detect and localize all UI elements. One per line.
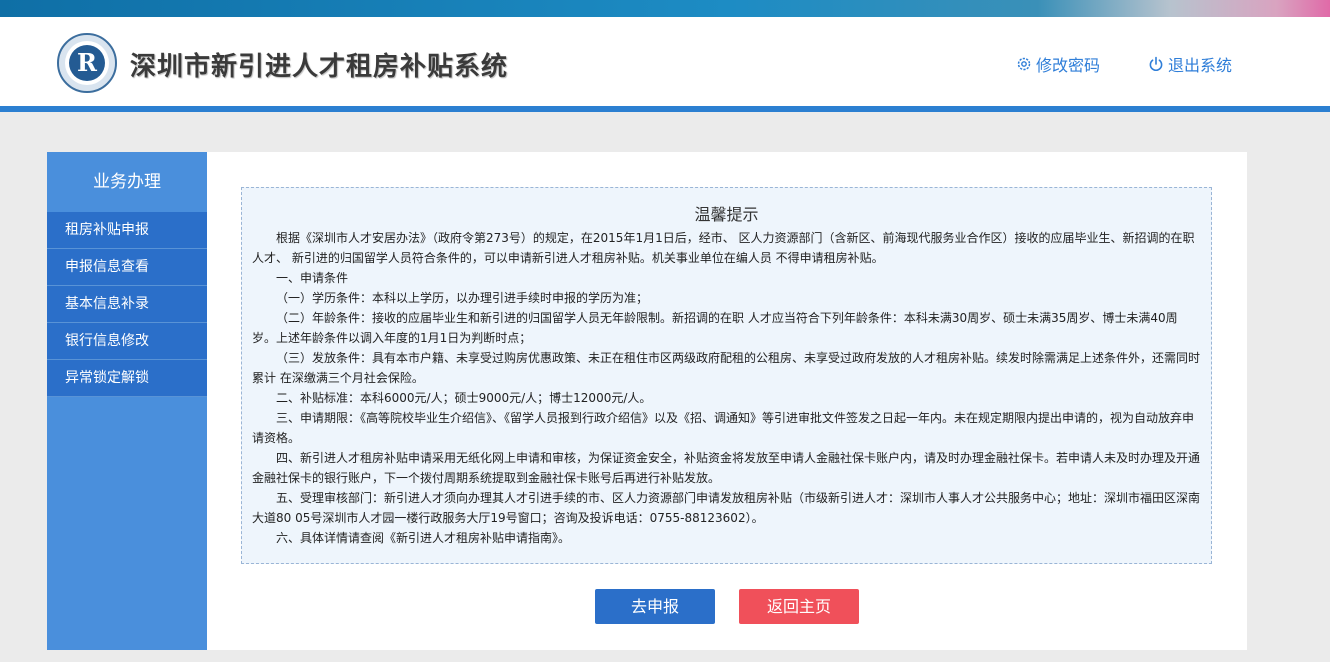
notice-paragraph: （一）学历条件：本科以上学历，以办理引进手续时申报的学历为准；	[276, 291, 649, 305]
site-logo: R	[57, 33, 117, 93]
sidebar-item-rent-subsidy-apply[interactable]: 租房补贴申报	[47, 212, 207, 249]
sidebar-item-application-view[interactable]: 申报信息查看	[47, 249, 207, 286]
logout-label: 退出系统	[1168, 56, 1233, 75]
change-password-link[interactable]: 修改密码	[1016, 53, 1100, 75]
gear-icon	[1017, 57, 1031, 71]
sidebar-item-unlock[interactable]: 异常锁定解锁	[47, 360, 207, 397]
notice-paragraph: 三、申请期限：《高等院校毕业生介绍信》、《留学人员报到行政介绍信》以及《招、调通…	[252, 411, 1195, 445]
logo-emblem: R	[69, 45, 105, 81]
sidebar-title: 业务办理	[93, 172, 161, 192]
sidebar-item-bank-info[interactable]: 银行信息修改	[47, 323, 207, 360]
notice-paragraph: （二）年龄条件：接收的应届毕业生和新引进的归国留学人员无年龄限制。新招调的在职 …	[252, 311, 1178, 345]
power-icon	[1149, 56, 1163, 71]
notice-title: 温馨提示	[694, 205, 759, 224]
apply-button[interactable]: 去申报	[595, 589, 715, 624]
sidebar: 业务办理 租房补贴申报 申报信息查看 基本信息补录 银行信息修改 异常锁定解锁	[47, 152, 207, 650]
notice-paragraph: 四、新引进人才租房补贴申请采用无纸化网上申请和审核，为保证资金安全，补贴资金将发…	[252, 451, 1201, 485]
notice-paragraph: 二、补贴标准：本科6000元/人；硕士9000元/人；博士12000元/人。	[276, 391, 652, 405]
notice-paragraph: 六、具体详情请查阅《新引进人才租房补贴申请指南》。	[276, 531, 571, 545]
notice-body: 根据《深圳市人才安居办法》（政府令第273号）的规定，在2015年1月1日后，经…	[252, 228, 1201, 548]
change-password-label: 修改密码	[1036, 56, 1101, 75]
notice-paragraph: 一、申请条件	[276, 271, 349, 285]
notice-paragraph: （三）发放条件：具有本市户籍、未享受过购房优惠政策、未正在租住市区两级政府配租的…	[252, 351, 1201, 385]
notice-box: 温馨提示 根据《深圳市人才安居办法》（政府令第273号）的规定，在2015年1月…	[241, 187, 1212, 564]
site-title: 深圳市新引进人才租房补贴系统	[130, 52, 509, 82]
notice-paragraph: 根据《深圳市人才安居办法》（政府令第273号）的规定，在2015年1月1日后，经…	[252, 231, 1195, 265]
logout-link[interactable]: 退出系统	[1148, 53, 1232, 75]
return-home-button[interactable]: 返回主页	[739, 589, 859, 624]
header-divider	[0, 106, 1330, 112]
sidebar-item-basic-info[interactable]: 基本信息补录	[47, 286, 207, 323]
notice-paragraph: 五、受理审核部门：新引进人才须向办理其人才引进手续的市、区人力资源部门申请发放租…	[252, 491, 1201, 525]
top-banner-strip	[0, 0, 1330, 17]
site-header: R 深圳市新引进人才租房补贴系统 修改密码 退出系统	[0, 17, 1330, 106]
main-content: 温馨提示 根据《深圳市人才安居办法》（政府令第273号）的规定，在2015年1月…	[207, 152, 1247, 650]
